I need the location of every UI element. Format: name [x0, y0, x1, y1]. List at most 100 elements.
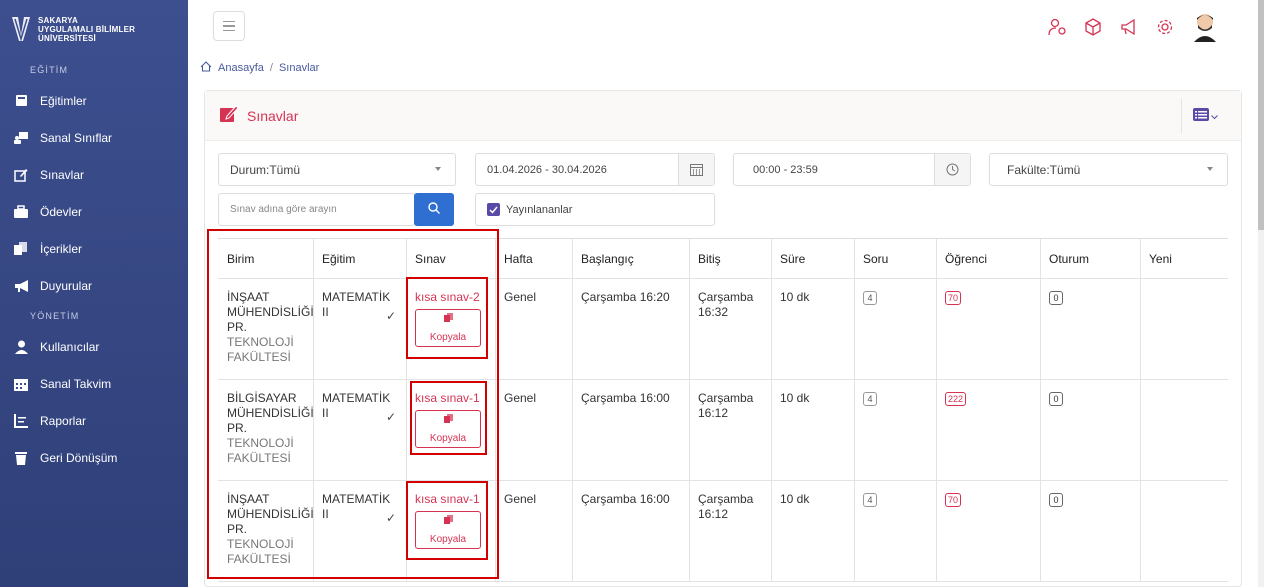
- student-count-badge[interactable]: 70: [945, 493, 962, 507]
- box-icon[interactable]: [1084, 18, 1102, 36]
- sidebar-item-sinavlar[interactable]: Sınavlar: [0, 156, 188, 193]
- column-header-ogrenci[interactable]: Öğrenci: [937, 239, 1041, 278]
- view-options-button[interactable]: [1181, 99, 1229, 133]
- calendar-icon[interactable]: [678, 154, 714, 185]
- oturum-cell: 0: [1041, 279, 1141, 379]
- classroom-icon: [14, 131, 28, 145]
- search-icon: [428, 202, 440, 217]
- soru-cell: 4: [855, 481, 937, 581]
- bitis-time: 16:12: [698, 406, 729, 420]
- published-filter[interactable]: Yayınlananlar: [475, 193, 715, 226]
- clock-icon[interactable]: [934, 154, 970, 185]
- search-button[interactable]: [414, 193, 454, 226]
- megaphone-icon: [14, 279, 28, 293]
- yeni-cell: [1141, 481, 1228, 581]
- ogrenci-cell: 70: [937, 481, 1041, 581]
- sidebar-item-geri-donusum[interactable]: Geri Dönüşüm: [0, 439, 188, 476]
- session-count-badge[interactable]: 0: [1049, 493, 1063, 507]
- sidebar-item-label: Sanal Sınıflar: [40, 130, 113, 145]
- menu-toggle-button[interactable]: [213, 11, 245, 41]
- bitis-day: Çarşamba: [698, 290, 754, 304]
- hafta-cell: Genel: [496, 279, 573, 379]
- baslangic-cell: Çarşamba 16:20: [573, 279, 690, 379]
- trash-icon: [14, 451, 28, 465]
- bitis-day: Çarşamba: [698, 492, 754, 506]
- time-range-input[interactable]: 00:00 - 23:59: [733, 153, 971, 186]
- caret-down-icon: [435, 167, 441, 171]
- sidebar-item-sanal-takvim[interactable]: Sanal Takvim: [0, 365, 188, 402]
- section-label-education: EĞİTİM: [30, 65, 69, 75]
- column-header-soru[interactable]: Soru: [855, 239, 937, 278]
- column-header-bitis[interactable]: Bitiş: [690, 239, 772, 278]
- sidebar-item-icerikler[interactable]: İçerikler: [0, 230, 188, 267]
- sidebar-item-duyurular[interactable]: Duyurular: [0, 267, 188, 304]
- time-range-value: 00:00 - 23:59: [753, 163, 818, 176]
- column-header-baslangic[interactable]: Başlangıç: [573, 239, 690, 278]
- logo-text: SAKARYA UYGULAMALI BİLİMLER ÜNİVERSİTESİ: [38, 16, 135, 43]
- yeni-cell: [1141, 380, 1228, 480]
- bitis-day: Çarşamba: [698, 391, 754, 405]
- search-placeholder: Sınav adına göre arayın: [230, 204, 337, 215]
- student-count-badge[interactable]: 222: [945, 392, 967, 406]
- oturum-cell: 0: [1041, 380, 1141, 480]
- home-icon[interactable]: [200, 61, 212, 75]
- status-select-value: Durum:Tümü: [230, 162, 301, 177]
- settings-gear-icon[interactable]: [1156, 18, 1174, 36]
- session-count-badge[interactable]: 0: [1049, 392, 1063, 406]
- search-input[interactable]: Sınav adına göre arayın: [218, 193, 415, 226]
- sure-cell: 10 dk: [772, 481, 855, 581]
- logo-line-3: ÜNİVERSİTESİ: [38, 33, 96, 43]
- bitis-cell: Çarşamba 16:12: [690, 481, 772, 581]
- student-count-badge[interactable]: 70: [945, 291, 962, 305]
- sidebar-item-kullanicilar[interactable]: Kullanıcılar: [0, 328, 188, 365]
- announcement-icon[interactable]: [1120, 18, 1138, 36]
- user-settings-icon[interactable]: [1048, 18, 1066, 36]
- question-count-badge[interactable]: 4: [863, 493, 877, 507]
- hafta-cell: Genel: [496, 481, 573, 581]
- avatar[interactable]: [1192, 12, 1218, 42]
- bitis-time: 16:12: [698, 507, 729, 521]
- question-count-badge[interactable]: 4: [863, 291, 877, 305]
- university-logo[interactable]: SAKARYA UYGULAMALI BİLİMLER ÜNİVERSİTESİ: [0, 0, 188, 58]
- edit-icon: [14, 168, 28, 182]
- sidebar-item-label: Ödevler: [40, 204, 83, 219]
- annotation-box-exam-3: [406, 481, 488, 560]
- faculty-select[interactable]: Fakülte:Tümü: [989, 153, 1228, 186]
- date-range-input[interactable]: 01.04.2026 - 30.04.2026: [475, 153, 715, 186]
- user-icon: [14, 340, 28, 354]
- edit-icon: [219, 104, 239, 127]
- caret-down-icon: [1207, 167, 1213, 171]
- sidebar-item-odevler[interactable]: Ödevler: [0, 193, 188, 230]
- baslangic-cell: Çarşamba 16:00: [573, 380, 690, 480]
- topbar-icons: [1048, 12, 1218, 42]
- sidebar-item-label: Raporlar: [40, 413, 87, 428]
- yeni-cell: [1141, 279, 1228, 379]
- published-label: Yayınlananlar: [506, 203, 573, 216]
- column-header-hafta[interactable]: Hafta: [496, 239, 573, 278]
- breadcrumb-home[interactable]: Anasayfa: [218, 62, 264, 74]
- column-header-sure[interactable]: Süre: [772, 239, 855, 278]
- sidebar-item-raporlar[interactable]: Raporlar: [0, 402, 188, 439]
- published-checkbox[interactable]: [487, 203, 500, 216]
- sidebar: SAKARYA UYGULAMALI BİLİMLER ÜNİVERSİTESİ…: [0, 0, 188, 587]
- calendar-icon: [14, 377, 28, 391]
- question-count-badge[interactable]: 4: [863, 392, 877, 406]
- files-icon: [14, 241, 28, 256]
- sidebar-item-label: Eğitimler: [40, 93, 87, 108]
- sure-cell: 10 dk: [772, 380, 855, 480]
- session-count-badge[interactable]: 0: [1049, 291, 1063, 305]
- column-header-oturum[interactable]: Oturum: [1041, 239, 1141, 278]
- list-view-icon: [1193, 108, 1209, 124]
- topbar: [188, 0, 1258, 58]
- scrollbar-thumb[interactable]: [1258, 0, 1264, 230]
- status-select[interactable]: Durum:Tümü: [218, 153, 456, 186]
- sidebar-item-label: Sınavlar: [40, 167, 85, 182]
- page-title: Sınavlar: [247, 107, 299, 124]
- sidebar-item-egitimler[interactable]: Eğitimler: [0, 82, 188, 119]
- column-header-yeni[interactable]: Yeni: [1141, 239, 1228, 278]
- annotation-box-exam-2: [410, 381, 487, 455]
- sidebar-item-sanal-siniflar[interactable]: Sanal Sınıflar: [0, 119, 188, 156]
- page-scrollbar[interactable]: [1258, 0, 1264, 587]
- logo-line-2: UYGULAMALI BİLİMLER: [38, 24, 136, 34]
- annotation-box-exam-1: [406, 277, 488, 359]
